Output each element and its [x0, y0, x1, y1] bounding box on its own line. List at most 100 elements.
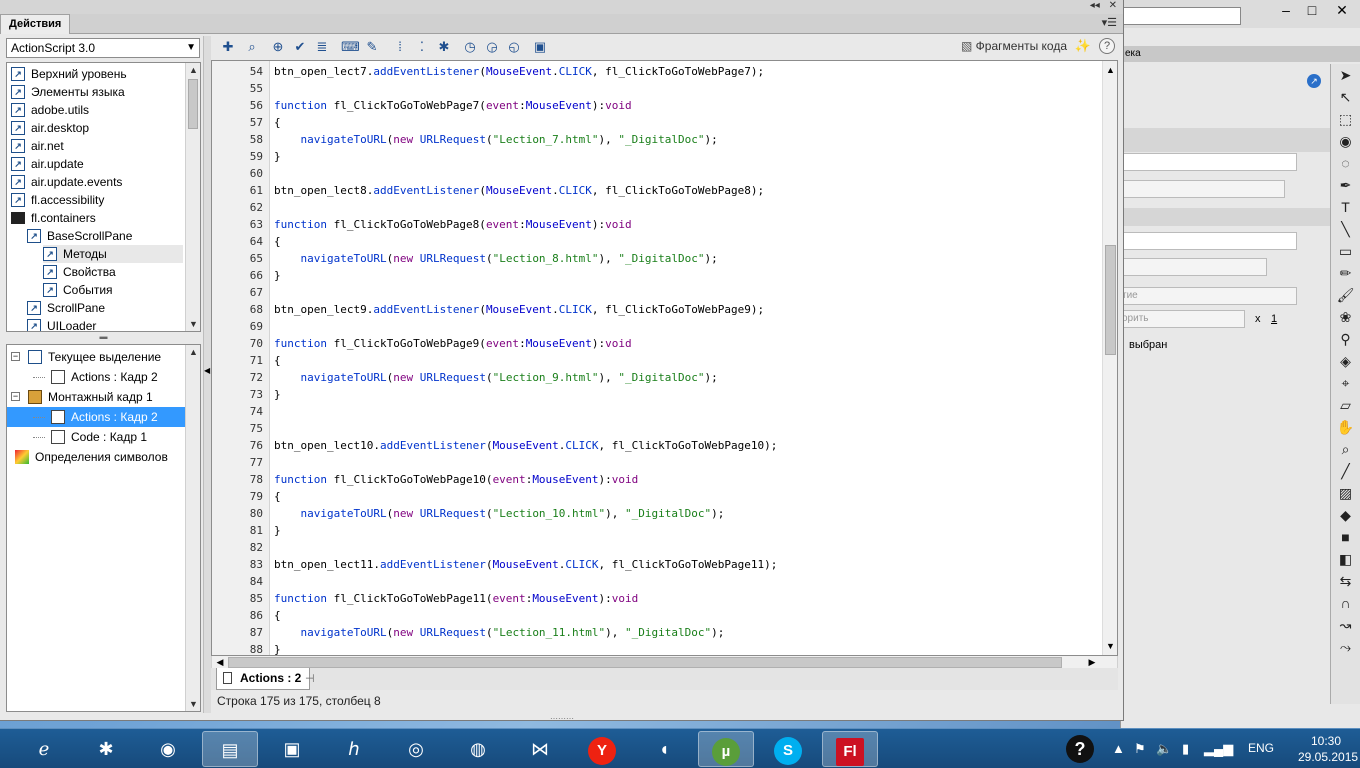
straighten-icon[interactable]: ⤳ [1331, 636, 1360, 658]
volume-icon[interactable]: 🔈 [1156, 741, 1172, 757]
code-line[interactable]: } [274, 148, 281, 165]
code-line[interactable]: btn_open_lect10.addEventListener(MouseEv… [274, 437, 777, 454]
yandex-browser-icon[interactable]: Y [574, 731, 630, 767]
toolbox-collapse-bar[interactable]: ◀ [203, 36, 211, 713]
stroke-swatch-icon[interactable]: ▨ [1331, 482, 1360, 504]
code-line[interactable]: function fl_ClickToGoToWebPage10(event:M… [274, 471, 638, 488]
code-line[interactable]: { [274, 488, 281, 505]
properties-dropdown-3[interactable] [1121, 258, 1267, 276]
script-tab-actions-2[interactable]: Actions : 2 [216, 668, 311, 690]
collapse-toggle-icon[interactable]: − [11, 352, 20, 362]
properties-tab-label[interactable]: ека [1125, 48, 1141, 59]
add-statement-icon[interactable]: ✚ [219, 38, 237, 56]
code-line[interactable]: { [274, 114, 281, 131]
library-item[interactable]: ↗ ScrollPane [27, 299, 105, 317]
code-editor[interactable]: 54 55 56 57 58 59 60 61 62 63 64 65 66 67 68 69 70 71 72 73… [211, 60, 1118, 656]
hand-tool-icon[interactable]: ✋ [1331, 416, 1360, 438]
properties-dropdown-4[interactable]: тие [1121, 287, 1297, 305]
chrome-icon[interactable]: ◎ [388, 731, 444, 767]
ie-icon[interactable]: ℯ [16, 731, 72, 767]
swap-colors-icon[interactable]: ⇆ [1331, 570, 1360, 592]
code-line[interactable]: btn_open_lect11.addEventListener(MouseEv… [274, 556, 777, 573]
line-comment-icon[interactable]: ◶ [483, 38, 501, 56]
code-line[interactable]: { [274, 233, 281, 250]
lasso-icon[interactable]: ◌ [1331, 152, 1360, 174]
code-line[interactable]: navigateToURL(new URLRequest("Lection_8.… [274, 250, 718, 267]
code-line[interactable]: } [274, 267, 281, 284]
help-icon[interactable]: ? [1099, 38, 1115, 54]
properties-dropdown-2[interactable] [1121, 232, 1297, 250]
zoom-tool-icon[interactable]: ⌕ [1331, 438, 1360, 460]
file-explorer-icon[interactable]: ▤ [202, 731, 258, 767]
library-item[interactable]: ↗ Верхний уровень [11, 65, 127, 83]
properties-name-field[interactable] [1121, 153, 1297, 171]
code-line[interactable]: navigateToURL(new URLRequest("Lection_10… [274, 505, 725, 522]
panel-menu-icon[interactable]: ▾☰ [1102, 16, 1117, 29]
scroll-up-icon[interactable]: ▲ [186, 345, 200, 359]
code-line[interactable]: function fl_ClickToGoToWebPage7(event:Mo… [274, 97, 632, 114]
expand-all-icon[interactable]: ✱ [435, 38, 453, 56]
code-line[interactable]: } [274, 386, 281, 403]
block-comment-icon[interactable]: ◷ [461, 38, 479, 56]
library-scrollbar[interactable]: ▲ ▼ [185, 63, 200, 331]
presentation-icon[interactable]: ▣ [264, 731, 320, 767]
bone-tool-icon[interactable]: ⚲ [1331, 328, 1360, 350]
tree-node[interactable]: Actions : Кадр 2 [7, 367, 185, 387]
hp-icon[interactable]: ℎ [326, 731, 382, 767]
fill-swatch-icon[interactable]: ■ [1331, 526, 1360, 548]
subselection-tool-icon[interactable]: ↖ [1331, 86, 1360, 108]
close-panel-icon[interactable]: ✕ [1109, 0, 1117, 11]
library-item[interactable]: ↗ Элементы языка [11, 83, 125, 101]
scroll-thumb[interactable] [188, 79, 198, 129]
tree-node[interactable]: − Монтажный кадр 1 [7, 387, 185, 407]
chrome-canary-icon[interactable]: ◍ [450, 731, 506, 767]
code-line[interactable]: { [274, 352, 281, 369]
pane-splitter[interactable]: ▬ [6, 333, 201, 342]
code-line[interactable]: btn_open_lect8.addEventListener(MouseEve… [274, 182, 764, 199]
visual-studio-icon[interactable]: ⋈ [512, 731, 568, 767]
text-tool-icon[interactable]: T [1331, 196, 1360, 218]
library-item[interactable]: ↗ fl.accessibility [11, 191, 104, 209]
properties-dropdown-5[interactable]: орить [1121, 310, 1245, 328]
language-select[interactable]: ActionScript 3.0 ▼ [6, 38, 200, 58]
black-white-icon[interactable]: ◧ [1331, 548, 1360, 570]
clock[interactable]: 10:30 29.05.2015 [1298, 733, 1358, 765]
show-hide-toolbox-icon[interactable]: ▣ [531, 38, 549, 56]
tree-scrollbar[interactable]: ▲ ▼ [185, 345, 200, 711]
collapse-between-braces-icon[interactable]: ⁞ [391, 38, 409, 56]
3d-rotation-icon[interactable]: ◉ [1331, 130, 1360, 152]
window-titlebar[interactable]: ◂◂ ✕ [0, 0, 1123, 14]
rectangle-tool-icon[interactable]: ▭ [1331, 240, 1360, 262]
tree-node[interactable]: Actions : Кадр 2 [7, 407, 185, 427]
library-item[interactable]: ↗ air.desktop [11, 119, 89, 137]
actions-panel-tab[interactable]: Действия [0, 14, 71, 34]
code-line[interactable]: navigateToURL(new URLRequest("Lection_7.… [274, 131, 718, 148]
scroll-down-icon[interactable]: ▼ [186, 317, 200, 331]
eyedropper-icon[interactable]: ⌖ [1331, 372, 1360, 394]
library-item[interactable]: ↗ air.net [11, 137, 64, 155]
library-item[interactable]: ↗ air.update [11, 155, 84, 173]
code-line[interactable]: { [274, 607, 281, 624]
line-tool-icon[interactable]: ╲ [1331, 218, 1360, 240]
link-icon[interactable]: ↗ [1307, 74, 1321, 88]
code-line[interactable]: navigateToURL(new URLRequest("Lection_9.… [274, 369, 718, 386]
input-language[interactable]: ENG [1248, 741, 1274, 755]
show-hidden-icons-icon[interactable]: ▲ [1112, 741, 1125, 756]
library-item[interactable]: ↗ Свойства [43, 263, 116, 281]
pin-script-icon[interactable]: ⊣ [305, 672, 315, 685]
library-item[interactable]: ↗ air.update.events [11, 173, 122, 191]
tree-node[interactable]: Code : Кадр 1 [7, 427, 185, 447]
library-item[interactable]: ↗ adobe.utils [11, 101, 89, 119]
collapse-panel-icon[interactable]: ◂◂ [1090, 0, 1100, 11]
flash-icon[interactable]: Fl [822, 731, 878, 767]
code-line[interactable]: } [274, 522, 281, 539]
scroll-right-icon[interactable]: ▶ [1085, 656, 1099, 668]
code-snippets-button[interactable]: ▧ Фрагменты кода [961, 39, 1067, 53]
tree-node[interactable]: − Текущее выделение [7, 347, 185, 367]
collapse-toggle-icon[interactable]: − [11, 392, 20, 402]
snap-magnet-icon[interactable]: ∩ [1331, 592, 1360, 614]
scroll-thumb[interactable] [228, 657, 1062, 668]
paint-bucket-icon[interactable]: ◈ [1331, 350, 1360, 372]
code-line[interactable]: navigateToURL(new URLRequest("Lection_11… [274, 624, 725, 641]
script-assist-icon[interactable]: ✨ [1075, 38, 1091, 54]
